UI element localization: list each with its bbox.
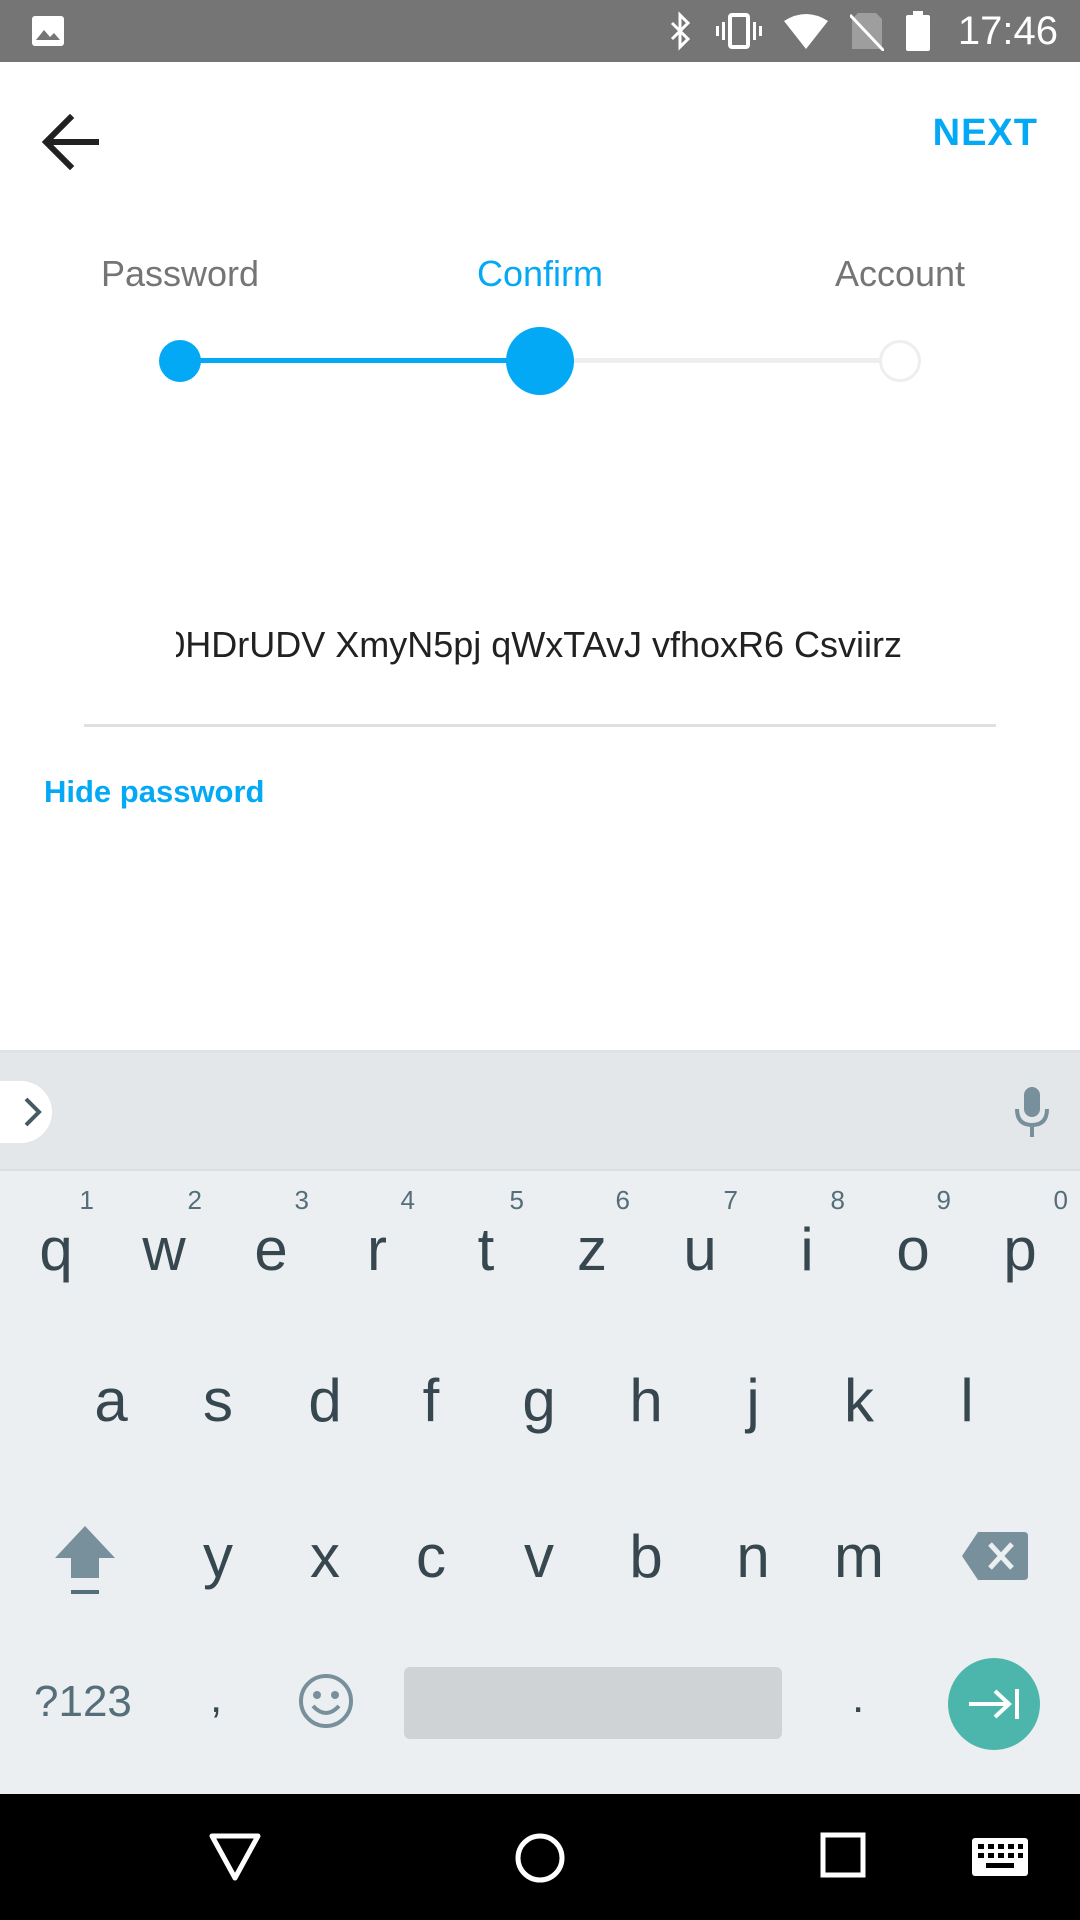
keyboard-icon[interactable] xyxy=(972,1838,1028,1876)
app-bar: NEXT xyxy=(0,62,1080,212)
shift-arrow-icon xyxy=(55,1526,115,1594)
key-z[interactable]: z6 xyxy=(552,1185,632,1285)
key-i[interactable]: i8 xyxy=(767,1185,847,1285)
key-r[interactable]: r4 xyxy=(337,1185,417,1285)
backspace-key[interactable] xyxy=(960,1525,1030,1585)
soft-keyboard: q1 w2 e3 r4 t5 z6 u7 i8 o9 p0 a s d f g … xyxy=(0,1050,1080,1794)
key-k[interactable]: k xyxy=(819,1366,899,1436)
smiley-icon xyxy=(299,1674,353,1728)
keyboard-expand-button[interactable] xyxy=(0,1081,52,1143)
backspace-icon xyxy=(962,1532,1028,1580)
step-track-pending xyxy=(540,358,900,363)
password-text: 0HDrUDV XmyN5pj qWxTAvJ vfhoxR6 Csviirz xyxy=(176,620,902,670)
enter-key[interactable] xyxy=(948,1658,1040,1750)
key-p[interactable]: p0 xyxy=(980,1185,1068,1285)
key-l[interactable]: l xyxy=(927,1366,1007,1436)
key-s[interactable]: s xyxy=(178,1366,258,1436)
step-dot-account xyxy=(879,340,921,382)
key-o[interactable]: o9 xyxy=(873,1185,953,1285)
step-track-completed xyxy=(180,358,540,363)
microphone-icon[interactable] xyxy=(1014,1087,1050,1139)
key-t[interactable]: t5 xyxy=(446,1185,526,1285)
battery-icon xyxy=(906,11,930,51)
emoji-key[interactable] xyxy=(296,1672,356,1732)
no-sim-icon xyxy=(850,13,884,51)
bluetooth-icon xyxy=(670,11,691,51)
space-bar[interactable] xyxy=(404,1667,782,1739)
progress-stepper: Password Confirm Account xyxy=(0,240,1080,410)
step-dot-password xyxy=(159,340,201,382)
step-label-account: Account xyxy=(834,253,966,294)
clock: 17:46 xyxy=(957,9,1058,53)
key-q[interactable]: q1 xyxy=(16,1185,96,1285)
key-f[interactable]: f xyxy=(391,1366,471,1436)
chevron-right-icon xyxy=(24,1097,42,1127)
status-bar: 17:46 xyxy=(0,0,1080,62)
arrow-back-icon xyxy=(41,114,99,170)
key-v[interactable]: v xyxy=(499,1522,579,1592)
back-button[interactable] xyxy=(30,102,110,182)
key-e[interactable]: e3 xyxy=(231,1185,311,1285)
key-m[interactable]: m xyxy=(819,1522,899,1592)
comma-key[interactable]: , xyxy=(210,1670,222,1726)
key-x[interactable]: x xyxy=(285,1522,365,1592)
symbols-key[interactable]: ?123 xyxy=(34,1674,132,1730)
vibrate-icon xyxy=(716,13,762,49)
key-a[interactable]: a xyxy=(71,1366,151,1436)
password-value: 0HDrUDV XmyN5pj qWxTAvJ vfhoxR6 Csviirz xyxy=(176,624,902,665)
hide-password-link[interactable]: Hide password xyxy=(44,772,265,812)
period-key[interactable]: . xyxy=(852,1670,864,1726)
password-field[interactable]: 0HDrUDV XmyN5pj qWxTAvJ vfhoxR6 Csviirz xyxy=(84,600,996,727)
key-g[interactable]: g xyxy=(499,1366,579,1436)
system-nav-bar xyxy=(0,1794,1080,1920)
wifi-icon xyxy=(784,14,828,49)
key-u[interactable]: u7 xyxy=(660,1185,740,1285)
key-h[interactable]: h xyxy=(606,1366,686,1436)
home-circle-icon[interactable] xyxy=(514,1832,566,1884)
next-button[interactable]: NEXT xyxy=(933,108,1038,158)
back-triangle-icon[interactable] xyxy=(208,1832,262,1882)
recents-square-icon[interactable] xyxy=(820,1832,866,1878)
key-b[interactable]: b xyxy=(606,1522,686,1592)
status-icons xyxy=(668,10,930,52)
key-d[interactable]: d xyxy=(285,1366,365,1436)
key-w[interactable]: w2 xyxy=(124,1185,204,1285)
step-label-password: Password xyxy=(100,253,260,294)
image-icon xyxy=(32,16,64,46)
step-label-confirm: Confirm xyxy=(476,253,604,294)
step-dot-confirm xyxy=(506,327,574,395)
key-n[interactable]: n xyxy=(713,1522,793,1592)
key-y[interactable]: y xyxy=(178,1522,258,1592)
shift-key[interactable] xyxy=(44,1522,126,1594)
key-c[interactable]: c xyxy=(391,1522,471,1592)
tab-next-icon xyxy=(969,1689,1019,1719)
key-j[interactable]: j xyxy=(713,1366,793,1436)
keyboard-suggestion-strip xyxy=(0,1050,1080,1171)
